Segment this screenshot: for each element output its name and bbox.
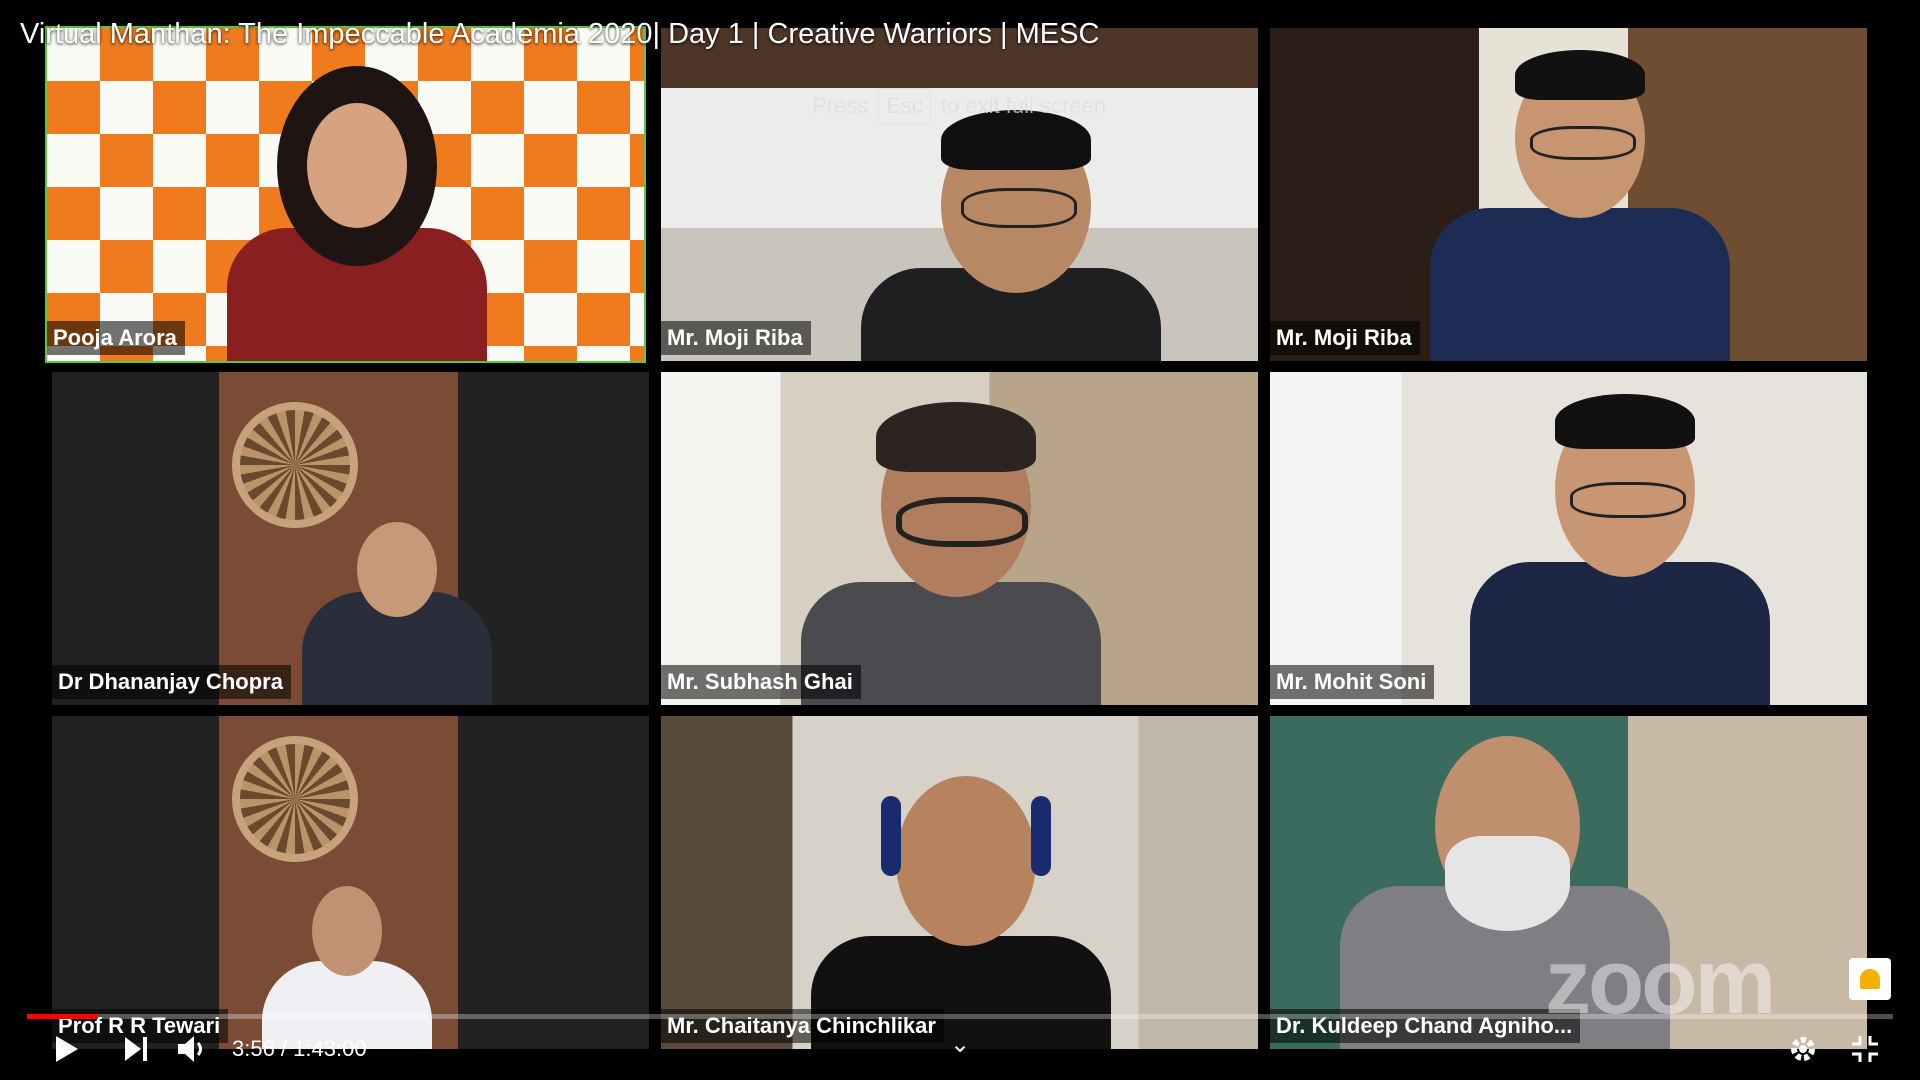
participant-tile-mohit-soni[interactable]: Mr. Mohit Soni xyxy=(1270,372,1867,705)
participant-tile-moji-riba-2[interactable]: Mr. Moji Riba xyxy=(1270,28,1867,361)
wheel-artwork xyxy=(232,402,358,528)
participant-tile-dhananjay-chopra[interactable]: Dr Dhananjay Chopra xyxy=(52,372,649,705)
participant-name: Mr. Mohit Soni xyxy=(1270,665,1435,699)
participant-tile-moji-riba-1[interactable]: Mr. Moji Riba xyxy=(661,28,1258,361)
participant-name: Mr. Moji Riba xyxy=(1270,321,1420,355)
participant-video xyxy=(1430,48,1730,361)
volume-icon[interactable] xyxy=(176,1034,210,1069)
zoom-watermark: zoom xyxy=(1545,931,1776,1033)
chevron-down-icon[interactable]: ⌄ xyxy=(950,1030,970,1059)
participant-video xyxy=(302,522,492,705)
participant-name: Mr. Moji Riba xyxy=(661,321,811,355)
video-title: Virtual Manthan: The Impeccable Academia… xyxy=(20,18,1100,50)
progress-played xyxy=(27,1014,98,1019)
participant-video xyxy=(861,110,1161,361)
participant-tile-chaitanya-chinchlikar[interactable]: Mr. Chaitanya Chinchlikar xyxy=(661,716,1258,1049)
wheel-artwork xyxy=(232,736,358,862)
participant-tile-subhash-ghai[interactable]: Mr. Subhash Ghai xyxy=(661,372,1258,705)
participant-name: Dr Dhananjay Chopra xyxy=(52,665,291,699)
vidyadaan-logo xyxy=(1849,958,1891,1000)
video-grid: Pooja Arora Mr. Moji Riba Mr. Moji Riba … xyxy=(0,0,1920,1080)
exit-fullscreen-icon[interactable] xyxy=(1850,1034,1880,1069)
participant-tile-pooja-arora[interactable]: Pooja Arora xyxy=(45,26,646,363)
settings-icon[interactable] xyxy=(1788,1034,1818,1069)
progress-bar[interactable] xyxy=(27,1014,1893,1019)
next-icon[interactable] xyxy=(122,1034,150,1069)
participant-tile-rr-tewari[interactable]: Prof R R Tewari xyxy=(52,716,649,1049)
time-display: 3:56 / 1:43:00 xyxy=(232,1036,367,1061)
play-icon[interactable] xyxy=(52,1034,80,1069)
fullscreen-hint-post: to exit full screen xyxy=(940,93,1107,118)
participant-video xyxy=(227,58,487,361)
participant-name: Pooja Arora xyxy=(47,321,185,355)
fullscreen-hint: Press Esc to exit full screen xyxy=(812,88,1106,124)
esc-key-label: Esc xyxy=(878,88,931,124)
participant-video xyxy=(1470,394,1770,705)
fullscreen-hint-pre: Press xyxy=(812,93,869,118)
participant-video xyxy=(801,402,1101,705)
participant-name: Mr. Subhash Ghai xyxy=(661,665,861,699)
